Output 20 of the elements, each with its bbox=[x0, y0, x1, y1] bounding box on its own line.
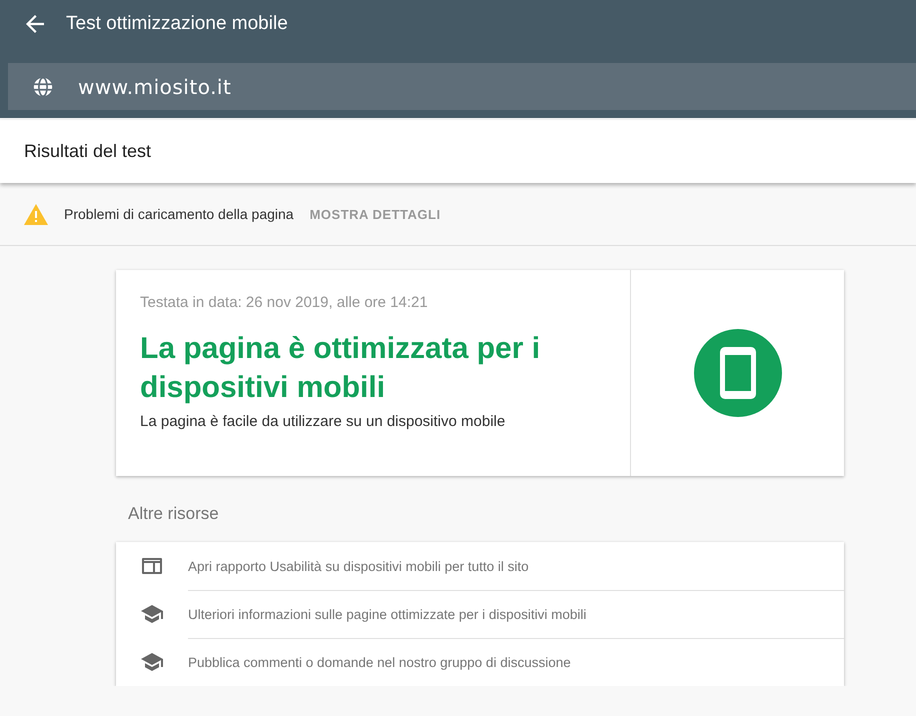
back-arrow-icon[interactable] bbox=[26, 14, 44, 32]
resource-link[interactable]: Apri rapporto Usabilità su dispositivi mobili per tutto il sito bbox=[188, 542, 844, 590]
resource-link[interactable]: Ulteriori informazioni sulle pagine ottimizzate per i dispositivi mobili bbox=[188, 590, 844, 638]
panel-icon bbox=[142, 558, 162, 574]
resources-title: Altre risorse bbox=[128, 504, 220, 524]
mobile-phone-icon bbox=[694, 329, 782, 417]
show-details-button[interactable]: MOSTRA DETTAGLI bbox=[310, 206, 441, 222]
test-date: Testata in data: 26 nov 2019, alle ore 14:21 bbox=[140, 294, 429, 311]
warning-icon bbox=[24, 204, 48, 224]
resource-link[interactable]: Pubblica commenti o domande nel nostro gruppo di discussione bbox=[188, 638, 844, 686]
graduation-cap-icon bbox=[141, 605, 163, 623]
url-text: www.miosito.it bbox=[78, 74, 232, 98]
section-title: Risultati del test bbox=[24, 141, 152, 162]
result-headline: La pagina è ottimizzata per i dispositivi mobili bbox=[140, 331, 542, 406]
globe-icon bbox=[32, 76, 54, 98]
graduation-cap-icon bbox=[141, 653, 163, 671]
warning-message: Problemi di caricamento della pagina bbox=[64, 206, 294, 222]
app-title: Test ottimizzazione mobile bbox=[66, 12, 288, 34]
result-description: La pagina è facile da utilizzare su un dispositivo mobile bbox=[140, 413, 506, 430]
url-field[interactable]: www.miosito.it bbox=[8, 63, 916, 110]
